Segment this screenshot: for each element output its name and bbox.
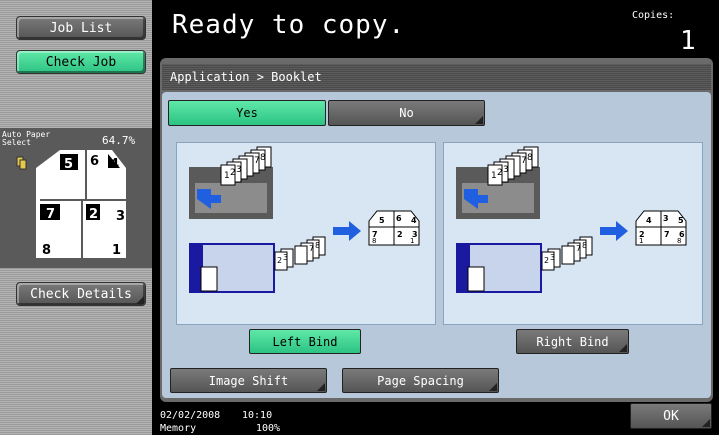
r-result-page-7: 7 <box>664 230 670 239</box>
result-page-1: 1 <box>410 237 414 245</box>
right-bind-result-booklet: 4 3 5 2 7 6 1 8 <box>635 210 687 246</box>
left-bind-result-booklet: 5 6 4 7 2 3 8 1 <box>368 210 420 246</box>
r-glass-page-7: 7 <box>576 244 581 253</box>
result-page-4: 4 <box>411 216 417 225</box>
glass-page-2: 2 <box>277 256 282 265</box>
result-page-6: 6 <box>396 214 402 223</box>
glass-page-3: 3 <box>283 253 288 262</box>
page-spacing-label: Page Spacing <box>377 373 464 388</box>
ok-label: OK <box>663 408 679 424</box>
breadcrumb: Application > Booklet <box>170 70 322 84</box>
right-bind-glass-stack: 2 3 7 8 <box>541 236 593 271</box>
result-page-8: 8 <box>372 237 376 245</box>
status-date: 02/02/2008 <box>160 410 221 421</box>
left-bind-pane[interactable]: 1 2 3 7 8 2 3 7 8 5 6 4 7 2 3 8 1 <box>176 142 436 325</box>
page-spacing-button[interactable]: Page Spacing <box>342 368 499 393</box>
r-stack-page-3: 3 <box>503 165 509 175</box>
check-details-button[interactable]: Check Details <box>16 282 146 306</box>
preview-page-6: 6 <box>90 154 99 169</box>
ok-button[interactable]: OK <box>630 403 712 429</box>
r-stack-page-1: 1 <box>491 171 497 181</box>
status-message: Ready to copy. <box>172 10 406 40</box>
glass-page-8: 8 <box>315 241 320 250</box>
left-bind-illustration: 1 2 3 7 8 2 3 7 8 5 6 4 7 2 3 8 1 <box>189 146 420 293</box>
preview-page-7: 7 <box>46 207 55 222</box>
stack-page-3: 3 <box>236 165 242 175</box>
preview-page-3: 3 <box>116 209 125 224</box>
r-stack-page-7: 7 <box>521 156 527 166</box>
no-button[interactable]: No <box>328 100 485 126</box>
booklet-preview-icon: 5 6 4 7 2 3 8 1 <box>16 150 126 258</box>
r-glass-page-3: 3 <box>550 253 555 262</box>
job-list-button[interactable]: Job List <box>16 16 146 40</box>
r-glass-page-8: 8 <box>582 241 587 250</box>
right-bind-button[interactable]: Right Bind <box>516 329 629 354</box>
memory-label: Memory <box>160 423 197 434</box>
left-panel: Job List Check Job Auto Paper Select 64.… <box>0 0 152 435</box>
r-result-page-4: 4 <box>646 216 652 225</box>
stack-page-7: 7 <box>254 156 260 166</box>
preview-page-4: 4 <box>110 157 119 172</box>
image-shift-button[interactable]: Image Shift <box>170 368 327 393</box>
image-shift-label: Image Shift <box>208 373 289 388</box>
stack-page-2: 2 <box>230 168 236 178</box>
stack-page-8: 8 <box>260 153 266 163</box>
right-bind-pane[interactable]: 1 2 3 7 8 2 3 7 8 4 3 5 2 7 6 1 8 <box>443 142 703 325</box>
copies-label: Copies: <box>632 10 675 21</box>
right-bind-label: Right Bind <box>536 334 609 349</box>
copier-screen: Job List Check Job Auto Paper Select 64.… <box>0 0 719 435</box>
r-result-page-8: 8 <box>677 237 681 245</box>
preview-page-8: 8 <box>42 243 51 258</box>
r-result-page-1: 1 <box>639 237 643 245</box>
result-page-5: 5 <box>379 216 385 225</box>
glass-page-7: 7 <box>309 244 314 253</box>
yes-button[interactable]: Yes <box>168 100 326 126</box>
preview-page-1: 1 <box>112 243 121 258</box>
left-bind-glass-stack: 2 3 7 8 <box>274 236 326 271</box>
r-stack-page-2: 2 <box>497 168 503 178</box>
preview-page-2: 2 <box>89 207 98 222</box>
no-label: No <box>399 106 414 120</box>
left-bind-button[interactable]: Left Bind <box>249 329 361 354</box>
right-bind-illustration: 1 2 3 7 8 2 3 7 8 4 3 5 2 7 6 1 8 <box>456 146 687 293</box>
check-details-label: Check Details <box>30 286 132 302</box>
check-job-button[interactable]: Check Job <box>16 50 146 74</box>
r-glass-page-2: 2 <box>544 256 549 265</box>
preview-page-5: 5 <box>64 157 73 172</box>
memory-value: 100% <box>256 423 281 434</box>
r-result-page-5: 5 <box>678 216 684 225</box>
r-stack-page-8: 8 <box>527 153 533 163</box>
stack-page-1: 1 <box>224 171 230 181</box>
result-page-2: 2 <box>397 230 403 239</box>
right-bind-arrow-icon <box>600 221 628 241</box>
copies-count[interactable]: 1 <box>680 26 696 56</box>
left-bind-arrow-icon <box>333 221 361 241</box>
r-result-page-3: 3 <box>663 214 669 223</box>
status-time: 10:10 <box>242 410 273 421</box>
